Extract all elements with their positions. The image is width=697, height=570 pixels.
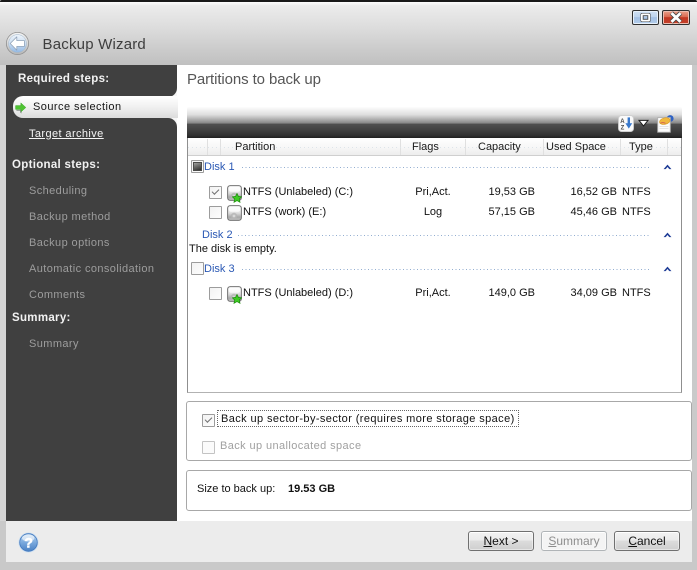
svg-text:?: ? (24, 534, 33, 550)
svg-text:Z: Z (621, 126, 625, 132)
svg-text:A: A (620, 119, 625, 125)
